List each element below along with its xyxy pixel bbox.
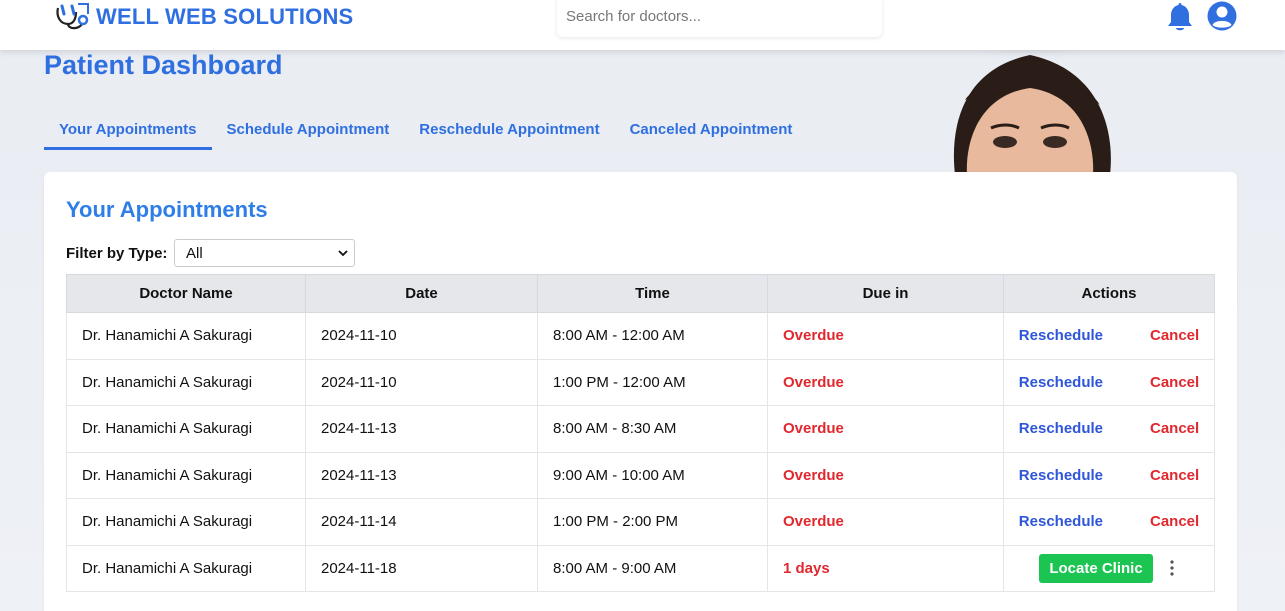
- tab-reschedule-appointment[interactable]: Reschedule Appointment: [404, 116, 614, 150]
- doctor-search: [557, 0, 882, 37]
- tab-canceled-appointment[interactable]: Canceled Appointment: [615, 116, 808, 150]
- col-header-time: Time: [537, 274, 768, 313]
- row-actions: Reschedule Cancel: [1003, 358, 1215, 406]
- appointment-date: 2024-11-10: [305, 358, 538, 406]
- appointment-date: 2024-11-18: [305, 544, 538, 592]
- col-header-date: Date: [305, 274, 538, 313]
- search-input[interactable]: [566, 8, 866, 25]
- brand[interactable]: WELL WEB SOLUTIONS: [54, 2, 353, 32]
- doctor-name: Dr. Hanamichi A Sakuragi: [66, 358, 306, 406]
- col-header-actions: Actions: [1003, 274, 1215, 313]
- table-row: Dr. Hanamichi A Sakuragi 2024-11-13 8:00…: [66, 405, 1215, 453]
- cancel-button[interactable]: Cancel: [1150, 467, 1199, 484]
- reschedule-button[interactable]: Reschedule: [1019, 327, 1103, 344]
- user-circle-icon[interactable]: [1207, 1, 1237, 31]
- appointment-time: 1:00 PM - 2:00 PM: [537, 498, 768, 546]
- doctor-name: Dr. Hanamichi A Sakuragi: [66, 405, 306, 453]
- appointment-date: 2024-11-14: [305, 498, 538, 546]
- cancel-button[interactable]: Cancel: [1150, 327, 1199, 344]
- row-actions: Reschedule Cancel: [1003, 451, 1215, 499]
- cancel-button[interactable]: Cancel: [1150, 420, 1199, 437]
- doctor-name: Dr. Hanamichi A Sakuragi: [66, 451, 306, 499]
- appointment-date: 2024-11-13: [305, 451, 538, 499]
- chevron-down-icon: [338, 250, 348, 257]
- appointment-time: 8:00 AM - 8:30 AM: [537, 405, 768, 453]
- locate-clinic-button[interactable]: Locate Clinic: [1039, 553, 1153, 583]
- bell-icon[interactable]: [1165, 1, 1195, 33]
- appointment-date: 2024-11-13: [305, 405, 538, 453]
- due-status: 1 days: [767, 544, 1004, 592]
- row-actions: Locate Clinic: [1003, 544, 1215, 592]
- page-title: Patient Dashboard: [44, 50, 283, 80]
- due-status: Overdue: [767, 358, 1004, 406]
- table-row: Dr. Hanamichi A Sakuragi 2024-11-18 8:00…: [66, 544, 1215, 592]
- row-actions: Reschedule Cancel: [1003, 312, 1215, 360]
- col-header-doctor: Doctor Name: [66, 274, 306, 313]
- table-row: Dr. Hanamichi A Sakuragi 2024-11-13 9:00…: [66, 451, 1215, 499]
- tab-your-appointments[interactable]: Your Appointments: [44, 116, 212, 150]
- reschedule-button[interactable]: Reschedule: [1019, 513, 1103, 530]
- appointment-time: 1:00 PM - 12:00 AM: [537, 358, 768, 406]
- tab-schedule-appointment[interactable]: Schedule Appointment: [212, 116, 405, 150]
- brand-name: WELL WEB SOLUTIONS: [96, 4, 354, 29]
- due-status: Overdue: [767, 451, 1004, 499]
- row-actions: Reschedule Cancel: [1003, 498, 1215, 546]
- due-status: Overdue: [767, 312, 1004, 360]
- due-status: Overdue: [767, 405, 1004, 453]
- filter-selected-value: All: [186, 244, 203, 262]
- doctor-name: Dr. Hanamichi A Sakuragi: [66, 498, 306, 546]
- table-row: Dr. Hanamichi A Sakuragi 2024-11-10 1:00…: [66, 358, 1215, 406]
- row-actions: Reschedule Cancel: [1003, 405, 1215, 453]
- filter-label: Filter by Type:: [66, 245, 168, 262]
- appointment-tabs: Your Appointments Schedule Appointment R…: [44, 116, 807, 150]
- card-title: Your Appointments: [66, 197, 268, 222]
- doctor-name: Dr. Hanamichi A Sakuragi: [66, 312, 306, 360]
- appointment-time: 9:00 AM - 10:00 AM: [537, 451, 768, 499]
- top-navbar: WELL WEB SOLUTIONS: [0, 0, 1285, 50]
- col-header-due: Due in: [767, 274, 1004, 313]
- reschedule-button[interactable]: Reschedule: [1019, 374, 1103, 391]
- reschedule-button[interactable]: Reschedule: [1019, 420, 1103, 437]
- reschedule-button[interactable]: Reschedule: [1019, 467, 1103, 484]
- stethoscope-logo-icon: [56, 3, 89, 30]
- appointment-time: 8:00 AM - 9:00 AM: [537, 544, 768, 592]
- more-options-icon[interactable]: [1165, 559, 1179, 577]
- table-header-row: Doctor Name Date Time Due in Actions: [66, 274, 1215, 313]
- filter-type-select[interactable]: All: [174, 239, 355, 267]
- cancel-button[interactable]: Cancel: [1150, 374, 1199, 391]
- doctor-name: Dr. Hanamichi A Sakuragi: [66, 544, 306, 592]
- table-row: Dr. Hanamichi A Sakuragi 2024-11-14 1:00…: [66, 498, 1215, 546]
- table-row: Dr. Hanamichi A Sakuragi 2024-11-10 8:00…: [66, 312, 1215, 360]
- cancel-button[interactable]: Cancel: [1150, 513, 1199, 530]
- appointments-table: Doctor Name Date Time Due in Actions Dr.…: [66, 274, 1215, 592]
- appointment-time: 8:00 AM - 12:00 AM: [537, 312, 768, 360]
- appointment-date: 2024-11-10: [305, 312, 538, 360]
- due-status: Overdue: [767, 498, 1004, 546]
- appointments-card: Your Appointments Filter by Type: All Do…: [44, 172, 1237, 611]
